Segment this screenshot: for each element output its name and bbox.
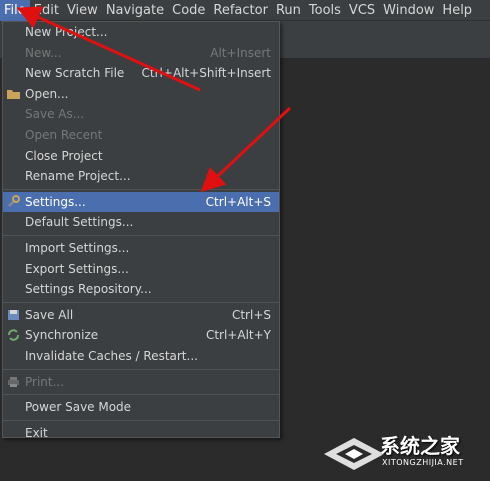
menu-item-save-all[interactable]: Save All Ctrl+S <box>3 305 279 326</box>
file-menu-dropdown: New Project... New... Alt+Insert New Scratc… <box>2 21 280 440</box>
menu-code[interactable]: Code <box>168 0 209 21</box>
menu-item-label: Open Recent <box>25 127 103 142</box>
menu-separator <box>3 368 279 370</box>
menu-item-shortcut: Ctrl+Alt+Shift+Insert <box>141 66 271 81</box>
menu-bar: File Edit View Navigate Code Refactor Run Tools… <box>0 0 490 21</box>
menu-item-default-settings[interactable]: Default Settings... <box>3 212 279 233</box>
menu-separator <box>3 419 279 421</box>
menu-item-label: Open... <box>25 86 69 101</box>
menu-item-rename-project[interactable]: Rename Project... <box>3 166 279 187</box>
menu-item-label: New Project... <box>25 25 108 39</box>
settings-wrench-icon <box>6 194 21 209</box>
menu-navigate[interactable]: Navigate <box>102 0 168 21</box>
menu-item-synchronize[interactable]: Synchronize Ctrl+Alt+Y <box>3 325 279 346</box>
menu-item-save-as: Save As... <box>3 104 279 125</box>
menu-item-open-recent: Open Recent <box>3 125 279 146</box>
menu-item-print: Print... <box>3 372 279 393</box>
menu-item-label: Import Settings... <box>25 240 130 255</box>
menu-item-new: New... Alt+Insert <box>3 43 279 64</box>
menu-item-settings-repository[interactable]: Settings Repository... <box>3 279 279 300</box>
menu-item-label: Default Settings... <box>25 215 134 230</box>
menu-edit[interactable]: Edit <box>30 0 63 21</box>
menu-item-import-settings[interactable]: Import Settings... <box>3 238 279 259</box>
menu-separator <box>3 234 279 236</box>
menu-separator <box>3 301 279 303</box>
menu-tools[interactable]: Tools <box>305 0 345 21</box>
menu-item-export-settings[interactable]: Export Settings... <box>3 259 279 280</box>
menu-item-shortcut: Ctrl+Alt+Y <box>205 328 271 343</box>
menu-help[interactable]: Help <box>438 0 476 21</box>
menu-item-label: New Scratch File <box>25 66 125 81</box>
menu-item-label: Synchronize <box>25 328 99 343</box>
menu-item-open[interactable]: Open... <box>3 84 279 105</box>
menu-item-label: Power Save Mode <box>25 400 132 415</box>
menu-item-exit[interactable]: Exit <box>3 423 279 444</box>
save-icon <box>6 308 21 322</box>
sync-icon <box>6 328 21 342</box>
ide-window: File Edit View Navigate Code Refactor Run Tools… <box>0 0 490 481</box>
menu-run[interactable]: Run <box>272 0 305 21</box>
menu-item-settings[interactable]: Settings... Ctrl+Alt+S <box>3 191 279 213</box>
menu-item-label: Close Project <box>25 148 103 163</box>
menu-item-new-scratch-file[interactable]: New Scratch File Ctrl+Alt+Shift+Insert <box>3 63 279 84</box>
menu-item-label: Rename Project... <box>25 169 131 184</box>
watermark-subtitle: XITONGZHIJIA.NET <box>382 458 464 467</box>
menu-item-label: Export Settings... <box>25 261 129 276</box>
menu-item-invalidate-caches-restart[interactable]: Invalidate Caches / Restart... <box>3 346 279 367</box>
menu-item-power-save-mode[interactable]: Power Save Mode <box>3 397 279 418</box>
menu-item-label: Print... <box>25 374 65 389</box>
menu-window[interactable]: Window <box>379 0 438 21</box>
menu-item-label: Save All <box>25 307 74 322</box>
print-icon <box>6 375 21 389</box>
watermark-title: 系统之家 <box>380 434 460 458</box>
menu-item-label: Invalidate Caches / Restart... <box>25 348 198 363</box>
menu-file[interactable]: File <box>0 0 30 21</box>
menu-item-shortcut: Ctrl+S <box>231 307 271 322</box>
menu-item-shortcut: Alt+Insert <box>210 45 271 60</box>
menu-item-label: Exit <box>25 425 48 440</box>
menu-vcs[interactable]: VCS <box>345 0 379 21</box>
menu-item-label: Settings Repository... <box>25 282 152 297</box>
menu-view[interactable]: View <box>63 0 102 21</box>
folder-icon <box>6 87 21 101</box>
menu-item-shortcut: Ctrl+Alt+S <box>205 194 271 209</box>
menu-refactor[interactable]: Refactor <box>209 0 272 21</box>
menu-separator <box>3 188 279 190</box>
menu-item-label: Settings... <box>25 194 86 209</box>
menu-separator <box>3 394 279 396</box>
menu-item-label: Save As... <box>25 107 85 122</box>
menu-item-new-project[interactable]: New Project... <box>3 22 279 43</box>
menu-item-label: New... <box>25 45 62 60</box>
menu-item-close-project[interactable]: Close Project <box>3 146 279 167</box>
